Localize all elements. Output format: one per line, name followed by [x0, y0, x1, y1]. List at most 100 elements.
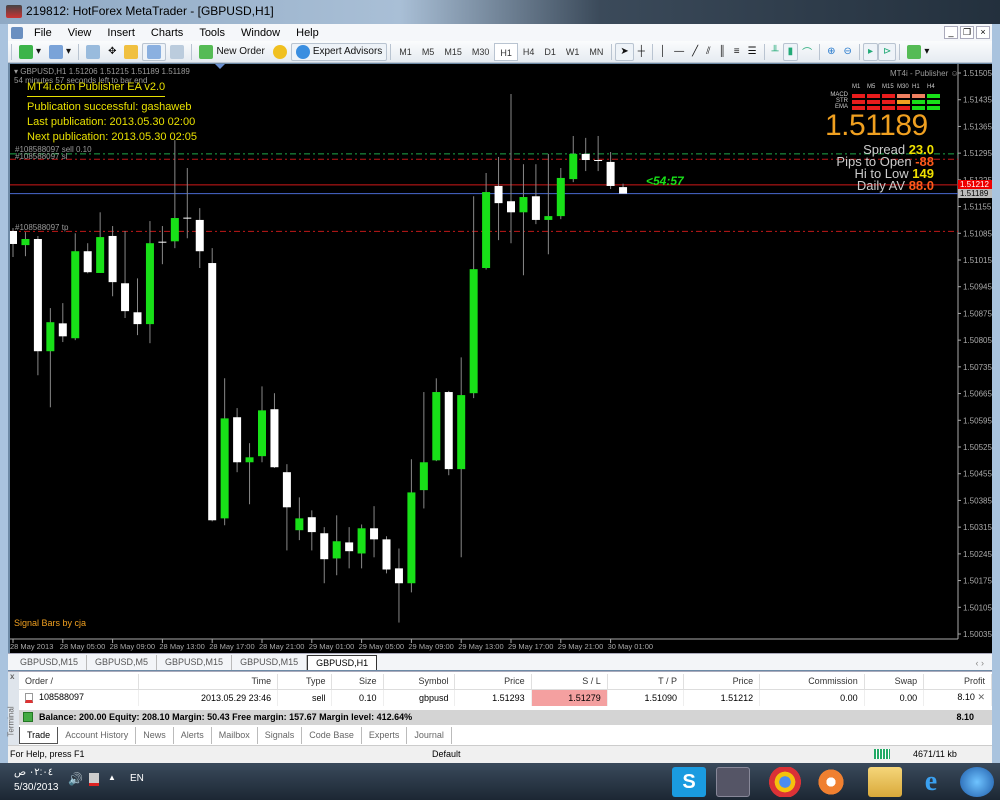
menu-window[interactable]: Window [233, 27, 288, 39]
market-watch-button[interactable] [82, 43, 104, 61]
x-tick-label: 28 May 09:00 [110, 642, 155, 651]
mdi-icon [11, 26, 23, 39]
menu-charts[interactable]: Charts [143, 27, 191, 39]
timeframe-m5[interactable]: M5 [417, 43, 440, 61]
terminal-tab[interactable]: Trade [19, 727, 59, 744]
autoscroll-button[interactable]: ▸ [862, 42, 878, 61]
chart-shift-button[interactable]: ⊳ [877, 42, 897, 61]
column-header[interactable]: Price [683, 674, 761, 690]
terminal-tab[interactable]: News [136, 727, 174, 744]
terminal-button[interactable] [142, 42, 167, 61]
column-header[interactable]: Commission [759, 674, 865, 690]
terminal-tab[interactable]: Signals [258, 727, 303, 744]
expert-advisors-button[interactable]: Expert Advisors [290, 42, 388, 61]
profiles-button[interactable]: ▾ [45, 43, 75, 61]
candlestick-button[interactable]: ▮ [782, 42, 799, 61]
menu-help[interactable]: Help [288, 27, 327, 39]
terminal-tab[interactable]: Account History [58, 727, 137, 744]
chart-tab-active[interactable]: GBPUSD,H1 [307, 655, 378, 670]
cursor-button[interactable]: ➤ [615, 42, 634, 61]
metatrader-taskbar-icon[interactable] [716, 767, 750, 797]
menu-insert[interactable]: Insert [99, 27, 143, 39]
fibo-fan-icon: ≡ [733, 46, 740, 57]
strategy-tester-button[interactable] [166, 43, 188, 61]
start-button[interactable] [960, 767, 994, 797]
chrome-icon[interactable] [768, 767, 802, 797]
column-header[interactable]: Time [138, 674, 279, 690]
media-player-icon[interactable] [814, 767, 848, 797]
new-order-button[interactable]: New Order [195, 43, 268, 61]
menu-tools[interactable]: Tools [191, 27, 233, 39]
chart-shift-marker[interactable] [215, 64, 225, 69]
close-order-icon[interactable]: ✕ [975, 692, 985, 702]
data-window-button[interactable]: ✥ [104, 43, 120, 61]
terminal-tab[interactable]: Code Base [302, 727, 362, 744]
publisher-divider [27, 96, 165, 97]
timeframe-d1[interactable]: D1 [539, 43, 561, 61]
navigator-button[interactable] [120, 43, 142, 61]
show-hidden-icons[interactable]: ▲ [108, 773, 116, 782]
line-chart-button[interactable]: ⌒ [798, 43, 816, 61]
column-header[interactable]: Price [454, 674, 532, 690]
timeframe-h4[interactable]: H4 [518, 43, 540, 61]
timeframe-w1[interactable]: W1 [561, 43, 585, 61]
vertical-line-button[interactable]: │ [656, 43, 670, 61]
terminal-tab[interactable]: Experts [362, 727, 408, 744]
network-flag-icon[interactable] [89, 773, 99, 786]
horizontal-line-button[interactable]: — [670, 43, 688, 61]
gann-button[interactable]: ║ [715, 43, 730, 61]
column-header[interactable]: T / P [607, 674, 684, 690]
minimize-chart-button[interactable]: _ [944, 26, 958, 39]
last-publication: Last publication: 2013.05.30 02:00 [27, 116, 196, 128]
crosshair-icon: ┼ [637, 46, 645, 57]
timeframe-m15[interactable]: M15 [439, 43, 467, 61]
chart-tab[interactable]: GBPUSD,M15 [232, 655, 308, 670]
column-header[interactable]: Size [331, 674, 384, 690]
timeframe-m1[interactable]: M1 [394, 43, 417, 61]
menu-view[interactable]: View [60, 27, 100, 39]
menu-file[interactable]: File [26, 27, 60, 39]
terminal-tab[interactable]: Mailbox [212, 727, 258, 744]
indicators-button[interactable]: ▾ [903, 43, 933, 61]
explorer-icon[interactable] [868, 767, 902, 797]
bar-chart-button[interactable]: ╨ [768, 43, 783, 61]
close-chart-button[interactable]: × [976, 26, 990, 39]
column-header[interactable]: Symbol [383, 674, 456, 690]
volume-icon[interactable]: 🔊 [68, 772, 83, 786]
restore-chart-button[interactable]: ❐ [960, 26, 974, 39]
new-chart-button[interactable]: ▾ [15, 43, 45, 61]
zoom-out-button[interactable]: ⊖ [840, 43, 856, 61]
column-header[interactable]: Swap [864, 674, 925, 690]
candle-body [233, 417, 242, 463]
tab-scroll-arrows[interactable]: ‹ › [968, 658, 993, 670]
chart-tab[interactable]: GBPUSD,M15 [12, 655, 88, 670]
trendline-button[interactable]: ╱ [688, 43, 702, 61]
column-header[interactable]: Profit [923, 674, 992, 690]
chart-tab[interactable]: GBPUSD,M5 [87, 655, 158, 670]
clock-date[interactable]: 5/30/2013 [14, 782, 59, 793]
candlestick-icon: ▮ [787, 46, 794, 57]
price-chart[interactable]: 1.515051.514351.513651.512951.512251.511… [10, 64, 992, 653]
internet-explorer-icon[interactable]: e [914, 767, 948, 797]
timeframe-m30[interactable]: M30 [467, 43, 495, 61]
alert-button[interactable] [269, 43, 291, 61]
new-order-label: New Order [216, 46, 265, 57]
fibo-fan-button[interactable]: ≡ [730, 43, 744, 61]
chart-tab[interactable]: GBPUSD,M15 [157, 655, 233, 670]
zoom-in-button[interactable]: ⊕ [823, 43, 839, 61]
skype-icon[interactable]: S [672, 767, 706, 797]
terminal-tab[interactable]: Alerts [174, 727, 212, 744]
fibo-button[interactable]: ☰ [744, 43, 761, 61]
timeframe-h1[interactable]: H1 [494, 42, 518, 61]
table-row[interactable]: 108588097 2013.05.29 23:46 sell 0.10 gbpusd 1… [19, 689, 992, 706]
close-terminal-icon[interactable]: x [10, 672, 14, 681]
terminal-tab[interactable]: Journal [407, 727, 452, 744]
column-header[interactable]: Type [277, 674, 333, 690]
column-header[interactable]: S / L [531, 674, 608, 690]
language-indicator[interactable]: EN [130, 773, 144, 784]
crosshair-button[interactable]: ┼ [634, 43, 649, 61]
clock-time[interactable]: ٠٢:٠٤ ص [14, 767, 53, 778]
channel-button[interactable]: ⫽ [702, 43, 714, 61]
timeframe-mn[interactable]: MN [584, 43, 608, 61]
column-header[interactable]: Order / [19, 674, 140, 690]
